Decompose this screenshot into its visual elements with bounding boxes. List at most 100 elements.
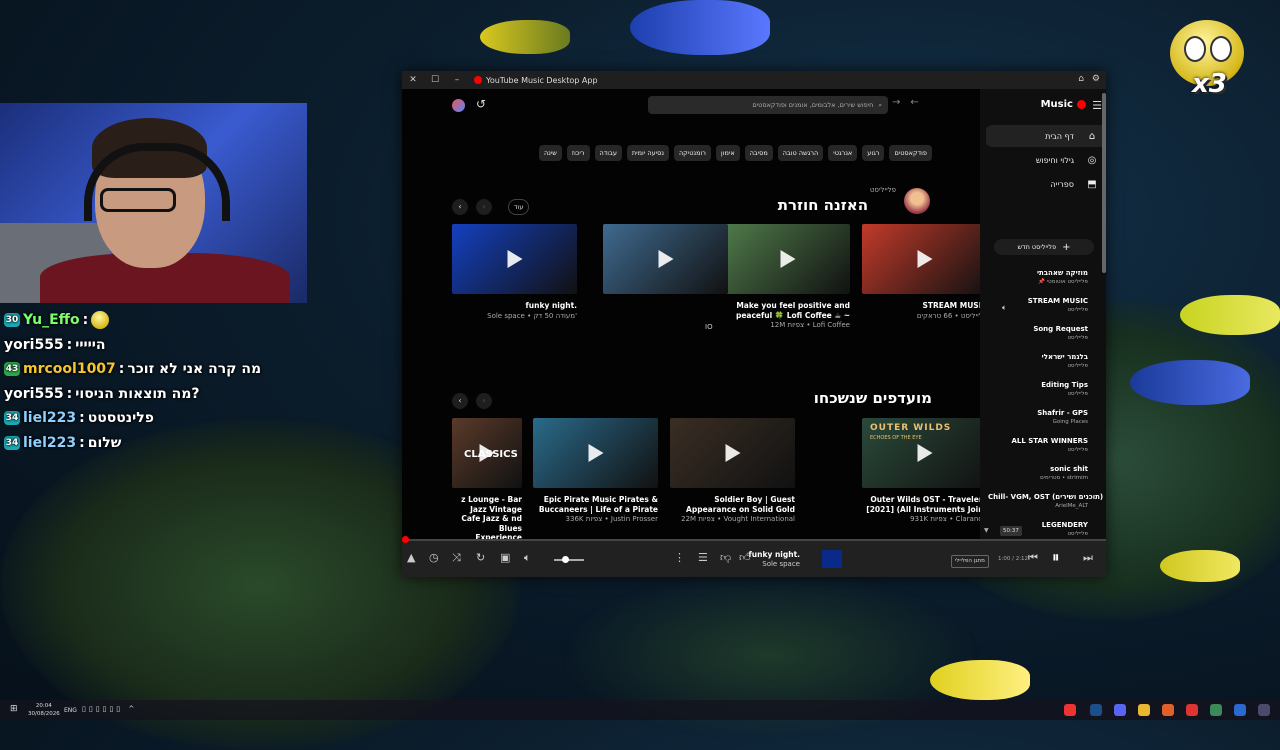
mood-chip[interactable]: פודקאסטים	[889, 145, 932, 161]
now-playing-artist[interactable]: Sole space	[762, 560, 800, 568]
gear-icon[interactable]: ⚙	[1092, 74, 1100, 84]
mood-chip[interactable]: שינה	[538, 145, 562, 161]
play-icon[interactable]	[725, 444, 740, 462]
mood-chip[interactable]: רגוע	[862, 145, 885, 161]
app-taskbar-icon[interactable]	[1258, 704, 1270, 716]
play-icon[interactable]	[658, 250, 673, 268]
mood-chip[interactable]: רומנטיקה	[673, 145, 711, 161]
home-icon[interactable]: ⌂	[1078, 74, 1084, 84]
tray-icons[interactable]: ▯▯▯▯▯▯ ^	[82, 705, 137, 713]
previous-track-icon[interactable]: ⏮︎	[1028, 551, 1038, 565]
next-track-icon[interactable]: ⏭︎	[1083, 551, 1093, 565]
sidebar-playlist-item[interactable]: Shafrir - GPS Going Places	[988, 409, 1088, 426]
media-card[interactable]: funky night. Sole space • מעודה 50 דק'	[452, 224, 577, 321]
volume-handle[interactable]	[561, 556, 569, 563]
sidebar-playlist-item[interactable]: בלגמר ישראלי פלייליסט	[988, 353, 1088, 370]
new-playlist-button[interactable]: פלייליסט חדש +	[994, 239, 1094, 255]
chat-username[interactable]: Yu_Effo	[23, 308, 80, 332]
media-card[interactable]: Make you feel positive and peaceful 🍀 Lo…	[725, 224, 850, 330]
sidebar-playlist-item[interactable]: Chill- VGM, OST (תוכנים ושירים) ArielMe_A…	[988, 493, 1103, 510]
mood-chip[interactable]: עבודה	[594, 145, 622, 161]
progress-handle[interactable]	[402, 536, 410, 543]
dislike-icon[interactable]: 👎︎	[720, 551, 731, 564]
close-icon[interactable]: ✕	[402, 75, 424, 85]
sleep-timer-icon[interactable]: ◷	[429, 551, 439, 564]
sidebar-item[interactable]: ספרייה ⬒	[986, 173, 1106, 195]
sidebar-playlist-item[interactable]: STREAM MUSIC פלייליסט	[988, 297, 1088, 314]
sidebar-playlist-item[interactable]: sonic shit סטרימים • strimim	[988, 465, 1088, 482]
card-thumbnail[interactable]: OUTER WILDS ECHOES OF THE EYE	[862, 418, 980, 488]
chat-username[interactable]: mrcool1007	[23, 357, 116, 381]
carousel-prev-button[interactable]: ‹	[452, 393, 468, 409]
card-title[interactable]: Outer Wilds OST - Travelers [2021] (All …	[862, 495, 980, 514]
chrome-taskbar-icon[interactable]	[1186, 704, 1198, 716]
avatar[interactable]	[452, 99, 465, 112]
card-thumbnail[interactable]: CLASSICS	[452, 418, 522, 488]
windows-start-icon[interactable]: ⊞	[10, 704, 18, 714]
mood-chip[interactable]: אימון	[715, 145, 740, 161]
mood-chip[interactable]: אנרגטי	[828, 145, 858, 161]
media-card[interactable]: OUTER WILDS ECHOES OF THE EYE Outer Wilds …	[862, 418, 980, 524]
queue-icon[interactable]: ☰	[698, 551, 708, 564]
chat-username[interactable]: liel223	[23, 406, 76, 430]
mood-chip[interactable]: הרגשה טובה	[777, 145, 824, 161]
play-icon[interactable]	[917, 444, 932, 462]
sidebar-item[interactable]: דף הבית ⌂	[986, 125, 1106, 147]
youtube-music-logo[interactable]: Music	[1041, 99, 1086, 110]
taskbar-clock[interactable]: 20:04 30/08/2026	[28, 702, 60, 718]
carousel-next-button[interactable]: ›	[476, 393, 492, 409]
search-input[interactable]: חיפוש שירים, אלבומים, אומנים ופודקאסטים	[752, 101, 873, 109]
hamburger-menu-icon[interactable]: ☰	[1092, 99, 1102, 112]
media-card[interactable]: STREAM MUSICפלייליסט • 66 טראקים	[862, 224, 980, 321]
more-options-icon[interactable]: ⋮	[674, 551, 685, 564]
sidebar-playlist-item[interactable]: ALL STAR WINNERS פלייליסט	[988, 437, 1088, 454]
card-thumbnail[interactable]	[533, 418, 658, 488]
card-title[interactable]: Make you feel positive and peaceful 🍀 Lo…	[725, 301, 850, 320]
search-icon[interactable]: ⌕	[878, 101, 882, 110]
repeat-icon[interactable]: ↻	[476, 551, 485, 564]
card-title[interactable]: funky night.	[452, 301, 577, 311]
sidebar-scrollbar[interactable]	[1102, 93, 1106, 273]
card-title[interactable]: STREAM MUSIC	[862, 301, 980, 311]
media-card[interactable]	[603, 224, 728, 301]
app-taskbar-icon[interactable]	[1210, 704, 1222, 716]
expand-up-icon[interactable]: ▲	[407, 551, 415, 564]
play-icon[interactable]	[780, 250, 795, 268]
play-icon[interactable]	[917, 250, 932, 268]
card-thumbnail[interactable]	[725, 224, 850, 294]
chat-username[interactable]: yori555	[4, 382, 64, 406]
card-title[interactable]: Epic Pirate Music Pirates & Buccaneers |…	[533, 495, 658, 514]
language-indicator[interactable]: ENG	[64, 707, 77, 714]
explorer-taskbar-icon[interactable]	[1138, 704, 1150, 716]
chat-username[interactable]: liel223	[23, 431, 76, 455]
carousel-prev-button[interactable]: ‹	[452, 199, 468, 215]
discord-taskbar-icon[interactable]	[1114, 704, 1126, 716]
media-card[interactable]: CLASSICS z Lounge - Bar Jazz Vintage Cafe…	[452, 418, 522, 539]
history-icon[interactable]: ↺	[476, 97, 486, 111]
back-arrow-icon[interactable]: ←	[910, 97, 918, 108]
media-card[interactable]: Soldier Boy | Guest Appearance on Solid …	[670, 418, 795, 524]
volume-slider[interactable]	[554, 556, 584, 563]
mood-chip[interactable]: נסיעה יומית	[626, 145, 669, 161]
sidebar-playlist-item[interactable]: Editing Tips פלייליסט	[988, 381, 1088, 398]
miniplayer-icon[interactable]: ▣	[500, 551, 510, 564]
now-playing-title[interactable]: funky night.	[749, 550, 800, 559]
card-thumbnail[interactable]	[603, 224, 728, 294]
card-thumbnail[interactable]	[452, 224, 577, 294]
media-card[interactable]: Epic Pirate Music Pirates & Buccaneers |…	[533, 418, 658, 524]
play-icon[interactable]	[507, 250, 522, 268]
shuffle-icon[interactable]: ⤨	[452, 551, 461, 565]
card-thumbnail[interactable]	[862, 224, 980, 294]
app-taskbar-icon[interactable]	[1234, 704, 1246, 716]
youtube-music-taskbar-icon[interactable]	[1064, 704, 1076, 716]
card-title[interactable]: z Lounge - Bar Jazz Vintage Cafe Jazz & …	[452, 495, 522, 539]
carousel-next-button[interactable]: ›	[476, 199, 492, 215]
progress-bar[interactable]	[402, 536, 1106, 543]
card-thumbnail[interactable]	[670, 418, 795, 488]
volume-icon[interactable]: 🔈︎	[524, 551, 531, 565]
minimize-icon[interactable]: –	[446, 75, 468, 85]
sidebar-item[interactable]: גילוי וחיפוש ◎	[986, 149, 1106, 171]
play-icon[interactable]	[588, 444, 603, 462]
sidebar-playlist-item[interactable]: מוזיקה שאהבתי 📌 פלייליסט אוטומטי	[988, 269, 1088, 286]
forward-arrow-icon[interactable]: →	[892, 97, 900, 108]
